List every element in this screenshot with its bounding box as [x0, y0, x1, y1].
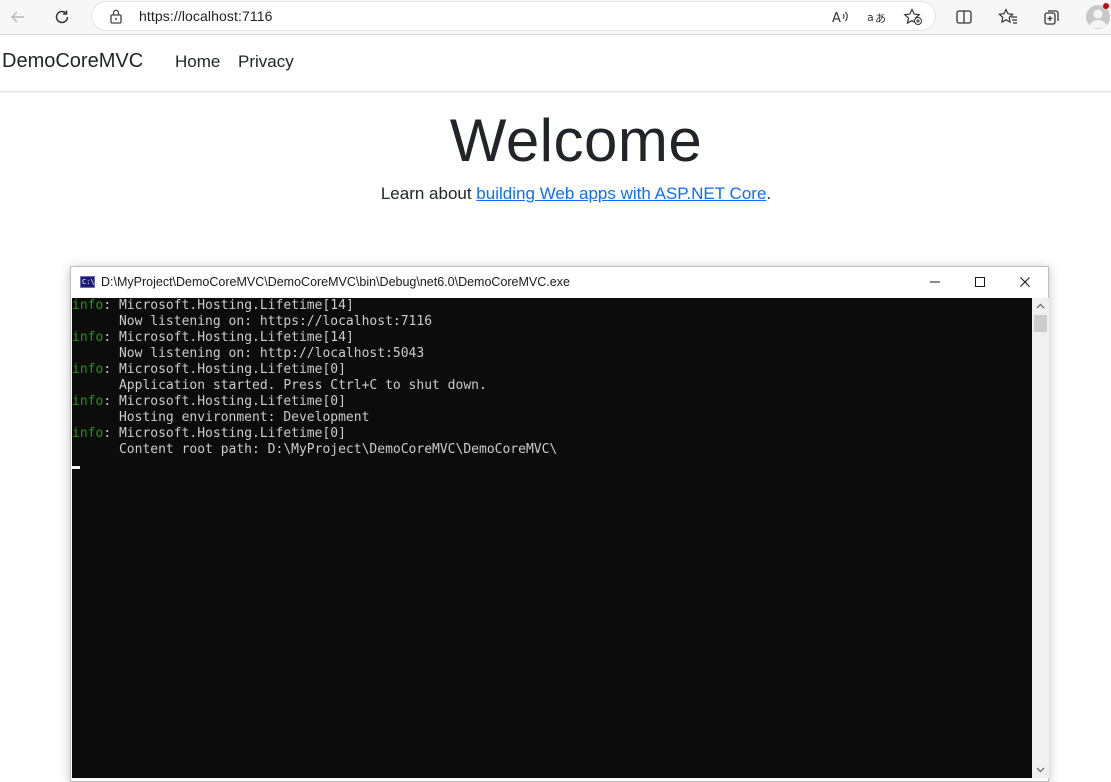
log-text: Now listening on: http://localhost:5043 — [72, 346, 425, 361]
close-button[interactable] — [1002, 267, 1048, 297]
log-text: Hosting environment: Development — [72, 410, 370, 425]
url-text[interactable]: https://localhost:7116 — [139, 8, 272, 24]
site-navbar: DemoCoreMVC Home Privacy — [0, 35, 1111, 92]
console-titlebar[interactable]: C:\ D:\MyProject\DemoCoreMVC\DemoCoreMVC… — [71, 267, 1048, 297]
console-line: info: Microsoft.Hosting.Lifetime[0] — [72, 362, 1032, 378]
lock-icon[interactable] — [109, 8, 123, 29]
log-level: info — [72, 426, 104, 441]
log-level: info — [72, 298, 104, 313]
console-scrollbar[interactable] — [1032, 298, 1049, 778]
aspnet-docs-link[interactable]: building Web apps with ASP.NET Core — [476, 184, 766, 203]
log-text: : Microsoft.Hosting.Lifetime[14] — [103, 298, 354, 313]
nav-link-privacy[interactable]: Privacy — [238, 52, 294, 72]
log-level: info — [72, 362, 104, 377]
svg-text:A: A — [832, 11, 841, 25]
console-output[interactable]: info: Microsoft.Hosting.Lifetime[14] Now… — [72, 298, 1032, 778]
console-window: C:\ D:\MyProject\DemoCoreMVC\DemoCoreMVC… — [70, 266, 1049, 782]
back-arrow-icon[interactable] — [4, 4, 32, 30]
refresh-icon[interactable] — [48, 4, 76, 30]
favorites-add-icon[interactable] — [902, 6, 924, 28]
log-text: Content root path: D:\MyProject\DemoCore… — [72, 442, 558, 457]
console-line: Application started. Press Ctrl+C to shu… — [72, 378, 1032, 394]
svg-text:a: a — [867, 11, 874, 24]
favorites-icon[interactable] — [994, 4, 1022, 30]
console-line: Now listening on: https://localhost:7116 — [72, 314, 1032, 330]
console-icon-label: C:\ — [82, 278, 95, 286]
log-text: : Microsoft.Hosting.Lifetime[0] — [103, 362, 346, 377]
scroll-thumb[interactable] — [1034, 315, 1047, 332]
console-line: info: Microsoft.Hosting.Lifetime[0] — [72, 426, 1032, 442]
read-aloud-icon[interactable]: A — [830, 6, 852, 28]
console-app-icon: C:\ — [80, 276, 95, 288]
browser-toolbar: https://localhost:7116 A aあ — [0, 0, 1111, 35]
console-line: info: Microsoft.Hosting.Lifetime[14] — [72, 330, 1032, 346]
learn-paragraph: Learn about building Web apps with ASP.N… — [0, 184, 1111, 204]
collections-icon[interactable] — [1038, 4, 1066, 30]
log-level: info — [72, 394, 104, 409]
nav-link-home[interactable]: Home — [175, 52, 220, 72]
log-text: Application started. Press Ctrl+C to shu… — [72, 378, 487, 393]
notification-dot — [1103, 3, 1109, 9]
scroll-down-icon[interactable] — [1032, 762, 1049, 778]
page-heading: Welcome — [449, 107, 703, 174]
brand-link[interactable]: DemoCoreMVC — [2, 50, 143, 73]
log-text: : Microsoft.Hosting.Lifetime[14] — [103, 330, 354, 345]
console-line: info: Microsoft.Hosting.Lifetime[0] — [72, 394, 1032, 410]
log-level: info — [72, 330, 104, 345]
learn-prefix: Learn about — [380, 184, 477, 203]
log-text: Now listening on: https://localhost:7116 — [72, 314, 433, 329]
console-title: D:\MyProject\DemoCoreMVC\DemoCoreMVC\bin… — [101, 275, 570, 289]
log-text: : Microsoft.Hosting.Lifetime[0] — [103, 426, 346, 441]
console-line: Hosting environment: Development — [72, 410, 1032, 426]
maximize-button[interactable] — [957, 267, 1003, 297]
log-text: : Microsoft.Hosting.Lifetime[0] — [103, 394, 346, 409]
translate-icon[interactable]: aあ — [866, 6, 888, 28]
address-bar[interactable]: https://localhost:7116 A aあ — [91, 1, 936, 31]
learn-suffix: . — [766, 184, 772, 203]
console-line: info: Microsoft.Hosting.Lifetime[14] — [72, 298, 1032, 314]
split-screen-icon[interactable] — [950, 4, 978, 30]
svg-text:あ: あ — [875, 12, 886, 25]
console-cursor — [72, 466, 80, 469]
console-line: Content root path: D:\MyProject\DemoCore… — [72, 442, 1032, 458]
minimize-button[interactable] — [912, 267, 958, 297]
console-line: Now listening on: http://localhost:5043 — [72, 346, 1032, 362]
scroll-up-icon[interactable] — [1032, 298, 1049, 314]
